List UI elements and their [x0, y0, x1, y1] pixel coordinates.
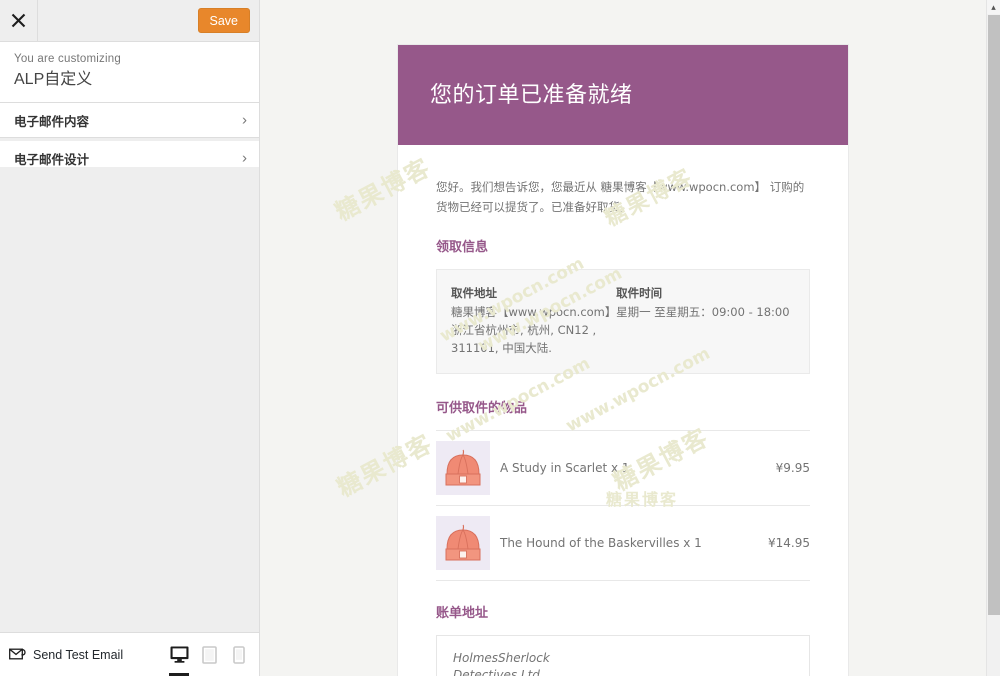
desktop-icon: [170, 646, 188, 663]
chevron-right-icon: ›: [242, 111, 247, 129]
item-name: The Hound of the Baskervilles x 1: [500, 505, 757, 581]
sidebar-topbar: Save: [0, 0, 259, 42]
sidebar-footer: Send Test Email: [0, 632, 259, 676]
customizer-sidebar: Save You are customizing ALP自定义 电子邮件内容 ›…: [0, 0, 260, 676]
billing-address-line: HolmesSherlock: [453, 651, 550, 665]
table-row: A Study in Scarlet x 1 ¥9.95: [436, 430, 810, 506]
customizing-title: ALP自定义: [14, 71, 93, 88]
pickup-address-line: 311101, 中国大陆.: [451, 341, 552, 355]
save-button[interactable]: Save: [197, 8, 250, 33]
beanie-hat-icon: [436, 516, 490, 570]
email-body: 您好。我们想告诉您，您最近从 糖果博客【www.wpocn.com】 订购的货物…: [398, 145, 848, 676]
device-desktop-button[interactable]: [165, 633, 193, 676]
page-scrollbar[interactable]: ▴: [986, 0, 1000, 676]
email-intro-paragraph: 您好。我们想告诉您，您最近从 糖果博客【www.wpocn.com】 订购的货物…: [436, 180, 805, 214]
send-test-email-label: Send Test Email: [33, 647, 124, 662]
close-icon: [11, 13, 26, 28]
scrollbar-thumb[interactable]: [988, 15, 1000, 615]
email-template: 您的订单已准备就绪 您好。我们想告诉您，您最近从 糖果博客【www.wpocn.…: [397, 44, 849, 676]
scroll-up-button[interactable]: ▴: [987, 0, 1000, 14]
pickup-hours-column: 取件时间 星期一 至星期五：09:00 - 18:00: [612, 284, 795, 357]
customizing-info: You are customizing ALP自定义: [0, 42, 259, 103]
item-thumbnail-cell: [436, 505, 500, 581]
table-row: The Hound of the Baskervilles x 1 ¥14.95: [436, 505, 810, 581]
customizer-app: Save You are customizing ALP自定义 电子邮件内容 ›…: [0, 0, 1000, 676]
mobile-icon: [233, 645, 245, 664]
email-preview-pane: 糖果博客 糖果博客 糖果博客 糖果博客 www.wpocn.com www.wpocn.c…: [260, 0, 986, 676]
billing-address-line: Detectives Ltd.: [453, 668, 544, 676]
send-test-email-button[interactable]: Send Test Email: [0, 648, 123, 662]
envelope-icon: [9, 648, 26, 660]
device-preview-switcher: [165, 633, 253, 676]
pickup-address-line: 糖果博客【www.wpocn.com】: [451, 305, 617, 319]
pickup-hours-label: 取件时间: [616, 286, 663, 300]
billing-address-box: HolmesSherlock Detectives Ltd. 221B Bake…: [436, 635, 810, 676]
sidebar-content-area: [0, 167, 259, 632]
pickup-address-label: 取件地址: [451, 286, 497, 300]
item-price: ¥14.95: [756, 505, 810, 581]
tablet-icon: [201, 645, 217, 664]
item-name: A Study in Scarlet x 1: [500, 430, 757, 506]
pickup-hours-value: 星期一 至星期五：09:00 - 18:00: [616, 305, 790, 319]
billing-section-heading: 账单地址: [436, 606, 489, 621]
close-customizer-button[interactable]: [0, 0, 38, 41]
email-title: 您的订单已准备就绪: [430, 83, 633, 108]
chevron-right-icon: ›: [242, 149, 247, 167]
sidebar-panel-email-content[interactable]: 电子邮件内容 ›: [0, 103, 259, 138]
device-tablet-button[interactable]: [195, 633, 223, 676]
pickup-address-column: 取件地址 糖果博客【www.wpocn.com】 浙江省杭州市, 杭州, CN1…: [451, 284, 617, 357]
email-header: 您的订单已准备就绪: [398, 45, 848, 145]
device-mobile-button[interactable]: [225, 633, 253, 676]
sidebar-panel-label: 电子邮件设计: [14, 152, 90, 167]
item-price: ¥9.95: [756, 430, 810, 506]
pickup-address-line: 浙江省杭州市, 杭州, CN12 ,: [451, 323, 597, 337]
beanie-hat-icon: [436, 441, 490, 495]
customizing-eyebrow: You are customizing: [14, 53, 121, 65]
pickup-info-box: 取件地址 糖果博客【www.wpocn.com】 浙江省杭州市, 杭州, CN1…: [436, 269, 810, 374]
item-thumbnail-cell: [436, 430, 500, 506]
pickup-section-heading: 领取信息: [436, 240, 489, 255]
items-section-heading: 可供取件的物品: [436, 401, 528, 416]
pickup-items-table: A Study in Scarlet x 1 ¥9.95 The Hound o…: [436, 430, 810, 581]
sidebar-panel-label: 电子邮件内容: [14, 114, 90, 129]
